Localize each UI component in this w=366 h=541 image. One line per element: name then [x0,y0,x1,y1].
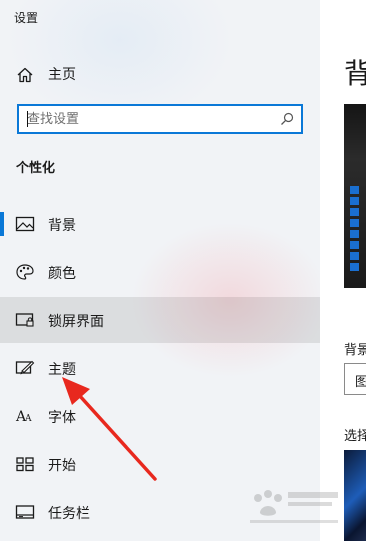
page-title: 背 [344,57,366,90]
picture-thumbnail[interactable] [344,450,366,541]
settings-sidebar: 设置 主页 个性化 背景 颜色 [0,0,320,541]
preview-tile [350,186,359,194]
palette-icon [16,264,34,280]
nav-item-label: 颜色 [48,266,76,282]
search-input[interactable] [27,110,267,128]
preview-tile [350,219,359,227]
content-pane: 背 背景 图 选择 [320,0,366,541]
lock-screen-icon [15,313,34,327]
font-icon: A A [15,409,32,425]
svg-text:A: A [24,414,32,424]
search-icon[interactable] [280,112,294,126]
window-title: 设置 [14,11,39,25]
nav-item-background[interactable]: 背景 [0,201,320,247]
nav-item-label: 锁屏界面 [48,314,104,330]
start-grid-icon [16,457,34,472]
theme-brush-icon [15,360,35,375]
preview-tile [350,263,359,271]
background-label: 背景 [344,343,366,358]
preview-tile [350,208,359,216]
home-icon [17,67,33,83]
preview-tile [350,252,359,260]
choose-picture-label: 选择 [344,429,366,444]
nav-item-label: 背景 [48,218,76,234]
annotation-arrow [62,377,157,481]
picture-icon [15,216,35,232]
nav-home-label: 主页 [48,67,76,83]
taskbar-icon [15,505,35,519]
preview-tile [350,197,359,205]
preview-tile [350,230,359,238]
text-caret [27,111,28,127]
section-title: 个性化 [16,161,56,176]
search-box[interactable] [17,104,303,134]
nav-item-label: 任务栏 [48,506,90,522]
nav-home[interactable]: 主页 [0,58,320,90]
background-type-value: 图 [355,375,366,390]
background-preview [344,104,366,288]
selected-indicator [0,212,4,236]
preview-tile [350,241,359,249]
nav-item-colors[interactable]: 颜色 [0,249,320,295]
background-type-select[interactable]: 图 [344,363,366,395]
watermark-logo [250,490,338,523]
nav-item-lock-screen[interactable]: 锁屏界面 [0,297,320,343]
